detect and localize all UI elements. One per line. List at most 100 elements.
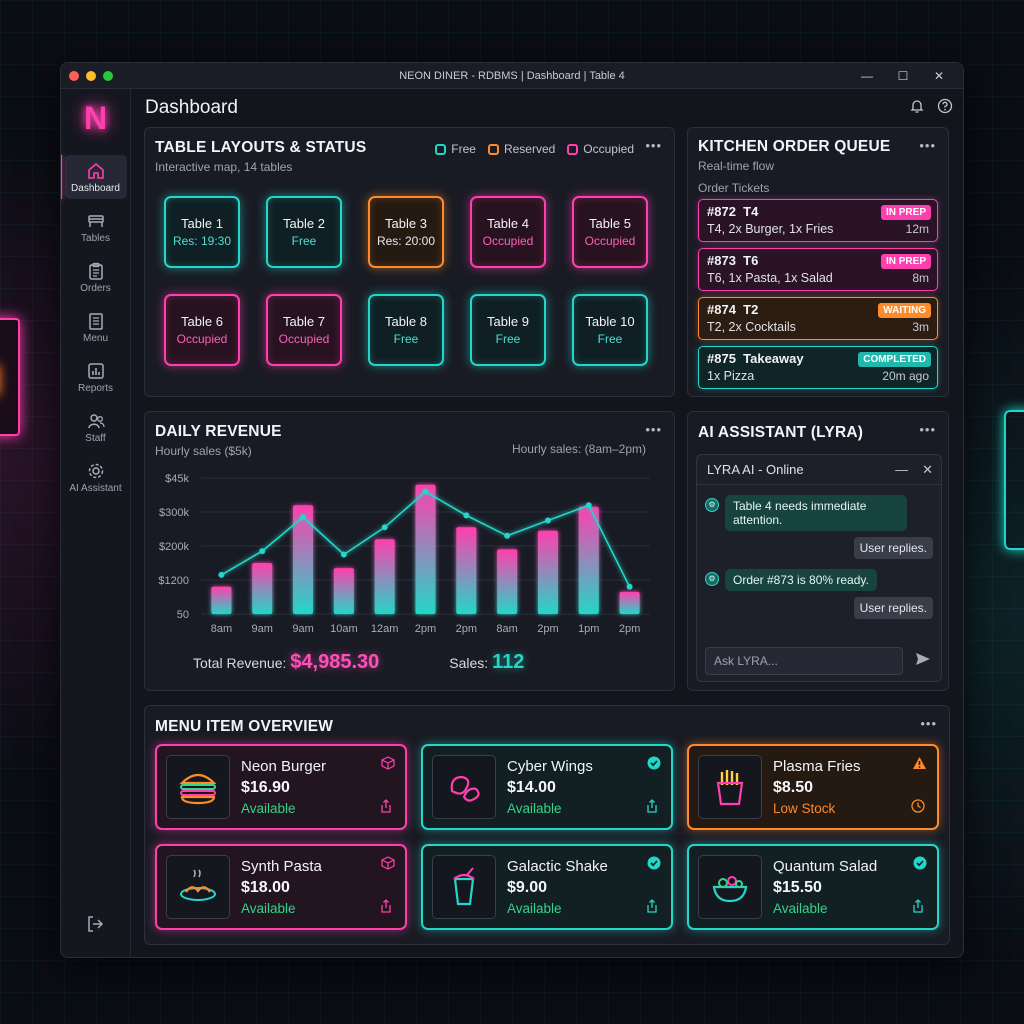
sidebar-item-dashboard[interactable]: Dashboard (61, 155, 127, 199)
share-icon[interactable] (379, 799, 393, 818)
revenue-bar[interactable] (619, 591, 640, 614)
app-logo[interactable]: N (79, 100, 113, 136)
card-title: KITCHEN ORDER QUEUE (698, 138, 891, 155)
trend-point[interactable] (259, 548, 266, 555)
revenue-bar[interactable] (333, 568, 354, 614)
sidebar-item-tables[interactable]: Tables (65, 205, 127, 249)
close-button[interactable]: ✕ (921, 69, 957, 83)
table-status: Free (393, 332, 419, 346)
trend-point[interactable] (544, 517, 551, 524)
logout-icon[interactable] (85, 914, 105, 939)
sidebar-item-label: Tables (81, 233, 110, 244)
share-icon[interactable] (379, 899, 393, 918)
menu-item-card[interactable]: Cyber Wings $14.00 Available (421, 744, 673, 830)
menu-item-price: $14.00 (507, 779, 556, 796)
more-options-button[interactable]: ••• (645, 422, 662, 437)
sidebar-item-orders[interactable]: Orders (65, 255, 127, 299)
maximize-button[interactable]: ☐ (885, 69, 921, 83)
table-name: Table 10 (585, 314, 635, 329)
chat-close-button[interactable]: ✕ (922, 462, 933, 478)
share-icon[interactable] (645, 799, 659, 818)
table-cell[interactable]: Table 4 Occupied (470, 196, 546, 268)
clock-icon[interactable] (911, 799, 925, 818)
background-neon-panel (0, 318, 20, 436)
pasta-icon (166, 855, 230, 919)
table-cell[interactable]: Table 8 Free (368, 294, 444, 366)
more-options-button[interactable]: ••• (919, 422, 936, 437)
background-neon-frame (1004, 410, 1024, 550)
table-cell[interactable]: Table 1 Res: 19:30 (164, 196, 240, 268)
cube-icon (381, 756, 395, 775)
revenue-bar[interactable] (578, 506, 599, 614)
menu-item-name: Quantum Salad (773, 858, 878, 875)
table-name: Table 6 (181, 314, 223, 329)
trend-point[interactable] (340, 551, 347, 558)
order-ticket[interactable]: #874 T2 T2, 2x Cocktails WAITING 3m (698, 297, 938, 340)
menu-item-price: $8.50 (773, 779, 814, 796)
sidebar-item-label: AI Assistant (69, 483, 122, 494)
table-layouts-card: TABLE LAYOUTS & STATUS Interactive map, … (144, 127, 675, 397)
title-bar: NEON DINER - RDBMS | Dashboard | Table 4… (61, 63, 963, 89)
order-ticket[interactable]: #872 T4 T4, 2x Burger, 1x Fries IN PREP 12m (698, 199, 938, 242)
revenue-bar[interactable] (211, 586, 232, 614)
bell-icon[interactable] (909, 98, 925, 119)
revenue-bar[interactable] (293, 505, 314, 614)
legend-occupied: Occupied (567, 142, 634, 156)
table-status: Res: 20:00 (376, 234, 436, 248)
revenue-bar[interactable] (497, 549, 518, 614)
sidebar-item-ai-assistant[interactable]: AI Assistant (65, 455, 127, 499)
table-name: Table 9 (487, 314, 529, 329)
more-options-button[interactable]: ••• (645, 138, 662, 153)
revenue-bar[interactable] (456, 527, 477, 614)
menu-item-card[interactable]: Synth Pasta $18.00 Available (155, 844, 407, 930)
menu-item-card[interactable]: Galactic Shake $9.00 Available (421, 844, 673, 930)
send-icon[interactable] (915, 652, 931, 671)
more-options-button[interactable]: ••• (919, 138, 936, 153)
menu-item-card[interactable]: Plasma Fries $8.50 Low Stock (687, 744, 939, 830)
gear-icon (65, 461, 127, 483)
trend-point[interactable] (381, 524, 388, 531)
revenue-bar[interactable] (252, 563, 273, 614)
revenue-bar[interactable] (537, 530, 558, 614)
ticket-time: 12m (905, 222, 929, 236)
revenue-bar[interactable] (415, 484, 436, 614)
table-cell[interactable]: Table 5 Occupied (572, 196, 648, 268)
menu-item-status: Available (773, 901, 828, 916)
table-cell[interactable]: Table 7 Occupied (266, 294, 342, 366)
trend-point[interactable] (218, 571, 225, 578)
x-tick-label: 2pm (456, 623, 477, 635)
order-ticket[interactable]: #875 Takeaway 1x Pizza COMPLETED 20m ago (698, 346, 938, 389)
share-icon[interactable] (911, 899, 925, 918)
table-cell[interactable]: Table 3 Res: 20:00 (368, 196, 444, 268)
trend-point[interactable] (585, 502, 592, 509)
order-ticket[interactable]: #873 T6 T6, 1x Pasta, 1x Salad IN PREP 8m (698, 248, 938, 291)
trend-point[interactable] (463, 512, 470, 519)
table-cell[interactable]: Table 6 Occupied (164, 294, 240, 366)
sidebar-item-reports[interactable]: Reports (65, 355, 127, 399)
more-options-button[interactable]: ••• (920, 716, 937, 731)
revenue-bar[interactable] (374, 539, 395, 614)
wings-icon (432, 755, 496, 819)
minimize-button[interactable]: — (849, 69, 885, 83)
menu-item-card[interactable]: Neon Burger $16.90 Available (155, 744, 407, 830)
menu-item-name: Neon Burger (241, 758, 327, 775)
table-name: Table 1 (181, 216, 223, 231)
sidebar-item-staff[interactable]: Staff (65, 405, 127, 449)
total-revenue-value: $4,985.30 (290, 651, 380, 673)
trend-point[interactable] (504, 532, 511, 539)
table-cell[interactable]: Table 10 Free (572, 294, 648, 366)
table-cell[interactable]: Table 9 Free (470, 294, 546, 366)
share-icon[interactable] (645, 899, 659, 918)
chat-minimize-button[interactable]: — (895, 462, 908, 478)
card-subtitle: Hourly sales ($5k) (155, 444, 252, 458)
table-cell[interactable]: Table 2 Free (266, 196, 342, 268)
trend-point[interactable] (626, 583, 633, 590)
help-icon[interactable] (937, 98, 953, 119)
sidebar-item-menu[interactable]: Menu (65, 305, 127, 349)
trend-point[interactable] (300, 514, 307, 521)
trend-point[interactable] (422, 488, 429, 495)
chat-input[interactable] (705, 647, 903, 675)
menu-item-card[interactable]: Quantum Salad $15.50 Available (687, 844, 939, 930)
table-status: Free (495, 332, 521, 346)
table-icon (65, 211, 127, 233)
